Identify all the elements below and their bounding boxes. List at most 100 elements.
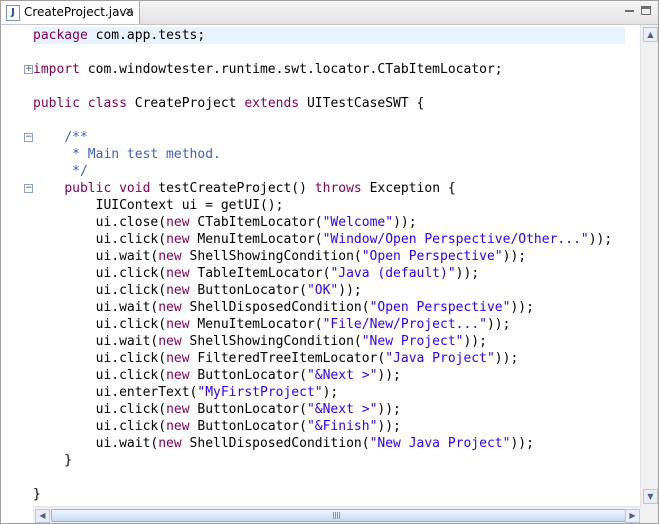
code-text: )); <box>377 402 401 417</box>
code-line[interactable]: public class CreateProject extends UITes… <box>33 95 424 112</box>
code-text: ui.wait( <box>33 334 159 349</box>
code-text: ButtonLocator( <box>189 402 307 417</box>
code-text: ButtonLocator( <box>189 283 307 298</box>
code-text: ShellShowingCondition( <box>181 334 362 349</box>
vertical-scrollbar[interactable]: ▲ ▼ <box>640 25 658 506</box>
scroll-up-icon[interactable]: ▲ <box>643 27 658 42</box>
code-text: ui.click( <box>33 402 167 417</box>
code-text: ButtonLocator( <box>189 419 307 434</box>
minimize-icon[interactable] <box>623 5 636 17</box>
maximize-icon[interactable] <box>641 6 651 15</box>
tab-createproject-java[interactable]: J CreateProject.java ✕ <box>1 1 140 24</box>
code-text: ShellShowingCondition( <box>181 249 362 264</box>
code-text: testCreateProject() <box>150 181 315 196</box>
code-text: com.app.tests; <box>87 28 206 43</box>
code-line[interactable]: public void testCreateProject() throws E… <box>33 180 456 197</box>
code-line[interactable]: ui.click(new MenuItemLocator("File/New/P… <box>33 316 511 333</box>
code-keyword: void <box>119 181 151 196</box>
code-text: )); <box>588 232 613 247</box>
close-icon[interactable]: ✕ <box>123 4 135 19</box>
code-line[interactable]: ui.click(new ButtonLocator("&Next >")); <box>33 367 401 384</box>
code-text: } <box>33 453 73 468</box>
editor-tab-bar: J CreateProject.java ✕ <box>1 1 658 25</box>
code-text: )); <box>463 334 487 349</box>
code-line[interactable]: } <box>33 486 41 503</box>
editor-gutter <box>1 25 33 506</box>
code-line[interactable]: IUIContext ui = getUI(); <box>33 197 284 214</box>
code-line[interactable]: ui.click(new MenuItemLocator("Window/Ope… <box>33 231 613 248</box>
code-text: )); <box>510 436 534 451</box>
code-text: ui.click( <box>33 419 167 434</box>
collapse-fold-icon[interactable]: − <box>24 184 33 193</box>
code-line[interactable]: /** <box>33 129 87 146</box>
code-line[interactable]: import com.windowtester.runtime.swt.loca… <box>33 61 503 78</box>
code-line[interactable]: ui.click(new FilteredTreeItemLocator("Ja… <box>33 350 519 367</box>
code-line[interactable]: } <box>33 452 72 469</box>
code-text: )); <box>455 266 480 281</box>
code-keyword: new <box>158 436 182 451</box>
code-string: "OK" <box>306 283 339 298</box>
code-string: "MyFirstProject" <box>197 385 323 400</box>
code-string: "File/New/Project..." <box>322 317 487 332</box>
code-text: } <box>33 487 41 502</box>
code-keyword: new <box>166 283 190 298</box>
code-text: Exception { <box>361 181 456 196</box>
code-keyword: new <box>158 334 182 349</box>
code-line[interactable]: ui.click(new TableItemLocator("Java (def… <box>33 265 480 282</box>
code-keyword: new <box>166 232 190 247</box>
code-line[interactable]: ui.click(new ButtonLocator("&Finish")); <box>33 418 401 435</box>
code-line[interactable]: * Main test method. <box>33 146 221 163</box>
code-string: "Window/Open Perspective/Other..." <box>322 232 589 247</box>
code-keyword: new <box>166 402 190 417</box>
collapse-fold-icon[interactable]: − <box>24 133 33 142</box>
code-text: ui.wait( <box>33 436 159 451</box>
code-line[interactable]: ui.click(new ButtonLocator("&Next >")); <box>33 401 401 418</box>
code-keyword: import <box>33 62 80 77</box>
code-line[interactable]: ui.wait(new ShellShowingCondition("Open … <box>33 248 527 265</box>
code-line[interactable]: ui.wait(new ShellDisposedCondition("New … <box>33 435 534 452</box>
code-line[interactable]: ui.wait(new ShellDisposedCondition("Open… <box>33 299 534 316</box>
code-text: )); <box>377 419 401 434</box>
code-text: ui.wait( <box>33 249 159 264</box>
scroll-left-icon[interactable]: ◀ <box>35 509 50 523</box>
code-keyword: new <box>166 266 190 281</box>
code-keyword: new <box>166 368 190 383</box>
scroll-grip-icon <box>333 512 341 519</box>
code-keyword: public <box>64 181 112 196</box>
code-text: com.windowtester.runtime.swt.locator.CTa… <box>79 62 503 77</box>
editor-window: J CreateProject.java ✕ package com.app.t… <box>0 0 659 524</box>
code-text: )); <box>393 215 417 230</box>
code-text: ui.close( <box>33 215 167 230</box>
code-text: ui.click( <box>33 351 167 366</box>
code-javadoc: * Main test method. <box>72 147 221 162</box>
code-keyword: new <box>166 419 190 434</box>
horizontal-scrollbar[interactable]: ◀ ▶ <box>33 506 642 523</box>
code-editor[interactable]: package com.app.tests; import com.windowt… <box>1 25 658 506</box>
code-string: "New Project" <box>361 334 464 349</box>
code-line[interactable]: package com.app.tests; <box>33 27 205 44</box>
code-text: MenuItemLocator( <box>189 317 323 332</box>
code-line[interactable]: ui.enterText("MyFirstProject"); <box>33 384 339 401</box>
code-text: ui.wait( <box>33 300 159 315</box>
code-text: CreateProject <box>126 96 245 111</box>
code-line[interactable]: ui.close(new CTabItemLocator("Welcome"))… <box>33 214 417 231</box>
code-string: "Java Project" <box>385 351 495 366</box>
java-file-icon: J <box>6 5 20 21</box>
code-text: ShellDisposedCondition( <box>181 436 370 451</box>
code-keyword: new <box>158 249 182 264</box>
horizontal-scroll-thumb[interactable] <box>51 509 626 522</box>
scroll-down-icon[interactable]: ▼ <box>643 489 658 504</box>
code-javadoc: */ <box>72 164 88 179</box>
expand-fold-icon[interactable]: + <box>24 65 33 74</box>
scroll-right-icon[interactable]: ▶ <box>625 509 640 523</box>
code-line[interactable]: ui.wait(new ShellShowingCondition("New P… <box>33 333 487 350</box>
code-line[interactable]: */ <box>33 163 88 180</box>
code-text: TableItemLocator( <box>189 266 331 281</box>
code-line[interactable]: ui.click(new ButtonLocator("OK")); <box>33 282 362 299</box>
code-string: "&Finish" <box>306 419 378 434</box>
